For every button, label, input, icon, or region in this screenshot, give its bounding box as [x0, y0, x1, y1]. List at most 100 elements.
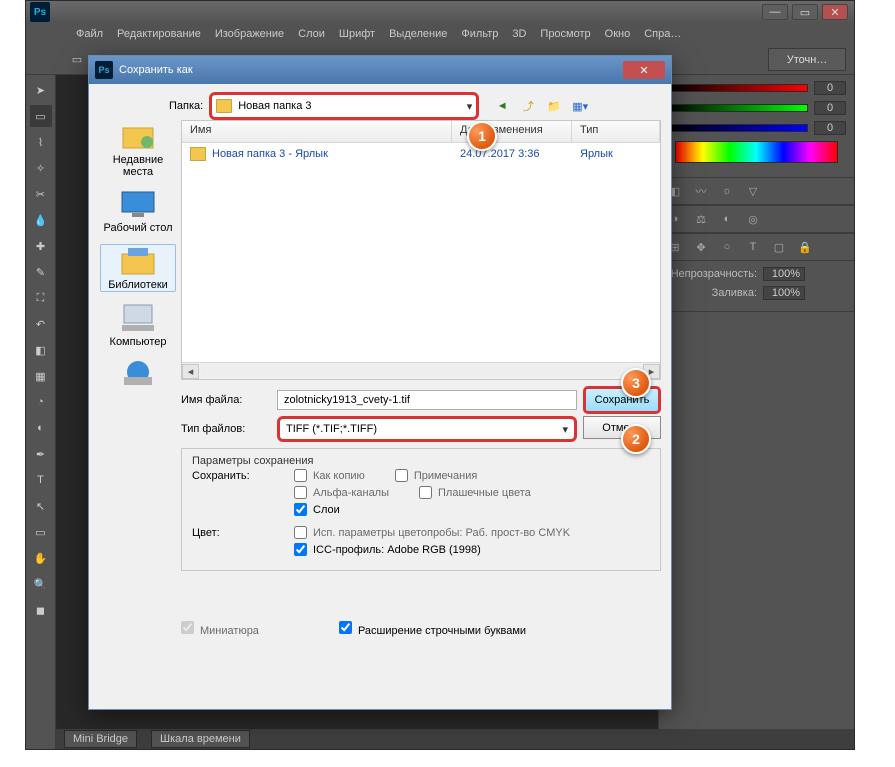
up-icon[interactable]: ⤴ — [519, 97, 537, 115]
opacity-value[interactable]: 100% — [763, 267, 805, 281]
thumbnail-checkbox — [181, 621, 194, 634]
menu-edit[interactable]: Редактирование — [117, 28, 201, 40]
gradient-tool[interactable]: ▦ — [30, 365, 52, 387]
as-copy-checkbox[interactable] — [294, 469, 307, 482]
padlock-icon[interactable]: 🔒 — [797, 239, 813, 255]
menu-select[interactable]: Выделение — [389, 28, 447, 40]
filename-input[interactable] — [277, 390, 577, 410]
crop-tool[interactable]: ✂ — [30, 183, 52, 205]
menu-window[interactable]: Окно — [605, 28, 631, 40]
curves-icon: 〰 — [693, 183, 709, 199]
blur-tool[interactable]: ◔ — [30, 391, 52, 413]
menu-view[interactable]: Просмотр — [540, 28, 590, 40]
eraser-tool[interactable]: ◧ — [30, 339, 52, 361]
g-slider[interactable] — [667, 104, 808, 112]
dialog-ps-icon: Ps — [95, 61, 113, 79]
spot-checkbox[interactable] — [419, 486, 432, 499]
place-libraries[interactable]: Библиотеки — [100, 244, 176, 292]
path-tool[interactable]: ↖ — [30, 495, 52, 517]
filename-label: Имя файла: — [181, 394, 267, 406]
spectrum-picker[interactable] — [675, 141, 838, 163]
menu-type[interactable]: Шрифт — [339, 28, 375, 40]
lasso-tool[interactable]: ⌇ — [30, 131, 52, 153]
horizontal-scrollbar[interactable]: ◂ ▸ — [182, 362, 660, 379]
fill-value[interactable]: 100% — [763, 286, 805, 300]
move-tool[interactable]: ➤ — [30, 79, 52, 101]
dialog-title: Сохранить как — [119, 64, 193, 76]
folder-combo[interactable]: Новая папка 3 ▾ — [209, 92, 479, 120]
views-icon[interactable]: ▦▾ — [571, 97, 589, 115]
type-tool[interactable]: T — [30, 469, 52, 491]
minimize-button[interactable]: — — [762, 4, 788, 20]
eyedropper-tool[interactable]: 💧 — [30, 209, 52, 231]
place-desktop-label: Рабочий стол — [100, 222, 176, 234]
menu-help[interactable]: Спра… — [644, 28, 681, 40]
shape-lock-icon[interactable]: ▢ — [771, 239, 787, 255]
marquee-tool[interactable]: ▭ — [30, 105, 52, 127]
dialog-titlebar[interactable]: Ps Сохранить как ✕ — [89, 56, 671, 84]
lowercase-checkbox[interactable] — [339, 621, 352, 634]
adjustments-tab[interactable]: ◧ 〰 ☼ ▽ — [659, 177, 854, 205]
r-value[interactable]: 0 — [814, 81, 846, 95]
alpha-checkbox[interactable] — [294, 486, 307, 499]
new-folder-icon[interactable]: 📁 — [545, 97, 563, 115]
color-swatch-icon[interactable]: ◼ — [30, 599, 52, 621]
scroll-left-button[interactable]: ◂ — [182, 364, 199, 379]
icc-checkbox[interactable] — [294, 543, 307, 556]
pen-tool[interactable]: ✒ — [30, 443, 52, 465]
place-desktop[interactable]: Рабочий стол — [100, 188, 176, 234]
menu-image[interactable]: Изображение — [215, 28, 284, 40]
thumbnail-label: Миниатюра — [200, 625, 259, 637]
hand-tool[interactable]: ✋ — [30, 547, 52, 569]
menu-file[interactable]: Файл — [76, 28, 103, 40]
filetype-combo[interactable]: TIFF (*.TIF;*.TIFF) ▾ — [277, 416, 577, 442]
menu-3d[interactable]: 3D — [512, 28, 526, 40]
move-lock-icon[interactable]: ✥ — [693, 239, 709, 255]
g-value[interactable]: 0 — [814, 101, 846, 115]
col-name[interactable]: Имя — [182, 121, 452, 142]
place-network[interactable] — [100, 358, 176, 392]
place-recent[interactable]: Недавние места — [100, 120, 176, 178]
exposure-icon: ☼ — [719, 183, 735, 199]
notes-checkbox[interactable] — [395, 469, 408, 482]
text-icon[interactable]: T — [745, 239, 761, 255]
list-item[interactable]: Новая папка 3 - Ярлык 24.07.2017 3:36 Яр… — [182, 143, 660, 165]
chevron-down-icon: ▾ — [467, 100, 473, 113]
menu-layers[interactable]: Слои — [298, 28, 325, 40]
heal-tool[interactable]: ✚ — [30, 235, 52, 257]
maximize-button[interactable]: ▭ — [792, 4, 818, 20]
circle-icon[interactable]: ○ — [719, 239, 735, 255]
b-slider[interactable] — [667, 124, 808, 132]
zoom-tool[interactable]: 🔍 — [30, 573, 52, 595]
folder-icon — [216, 99, 232, 113]
close-button[interactable]: ✕ — [822, 4, 848, 20]
wand-tool[interactable]: ✧ — [30, 157, 52, 179]
save-section-label: Сохранить: — [192, 470, 264, 482]
place-computer[interactable]: Компьютер — [100, 302, 176, 348]
brush-tool[interactable]: ✎ — [30, 261, 52, 283]
list-item-type: Ярлык — [572, 148, 660, 160]
col-type[interactable]: Тип — [572, 121, 660, 142]
menu-filter[interactable]: Фильтр — [461, 28, 498, 40]
photofilter-icon: ◎ — [745, 211, 761, 227]
history-tool[interactable]: ↶ — [30, 313, 52, 335]
r-slider[interactable] — [667, 84, 808, 92]
back-icon[interactable]: ◄ — [493, 97, 511, 115]
adjustments-row2[interactable]: ◑ ⚖ ◐ ◎ — [659, 205, 854, 233]
b-value[interactable]: 0 — [814, 121, 846, 135]
right-panels: 0 0 0 ◧ 〰 ☼ ▽ ◑ ⚖ ◐ ◎ ⊞ ✥ ○ T — [659, 75, 854, 749]
timeline-tab[interactable]: Шкала времени — [151, 730, 250, 748]
dialog-close-button[interactable]: ✕ — [623, 61, 665, 79]
refine-button[interactable]: Уточн… — [768, 48, 846, 71]
shape-tool[interactable]: ▭ — [30, 521, 52, 543]
layers-checkbox[interactable] — [294, 503, 307, 516]
photoshop-titlebar: Ps — ▭ ✕ — [26, 1, 854, 23]
tools-panel: ➤ ▭ ⌇ ✧ ✂ 💧 ✚ ✎ ⛶ ↶ ◧ ▦ ◔ ◐ ✒ T ↖ ▭ ✋ 🔍 … — [26, 75, 56, 749]
dodge-tool[interactable]: ◐ — [30, 417, 52, 439]
stamp-tool[interactable]: ⛶ — [30, 287, 52, 309]
places-bar: Недавние места Рабочий стол Библиотеки К… — [99, 120, 177, 392]
icc-label: ICC-профиль: Adobe RGB (1998) — [313, 544, 481, 556]
scroll-track[interactable] — [201, 365, 641, 377]
mini-bridge-tab[interactable]: Mini Bridge — [64, 730, 137, 748]
proof-checkbox[interactable] — [294, 526, 307, 539]
